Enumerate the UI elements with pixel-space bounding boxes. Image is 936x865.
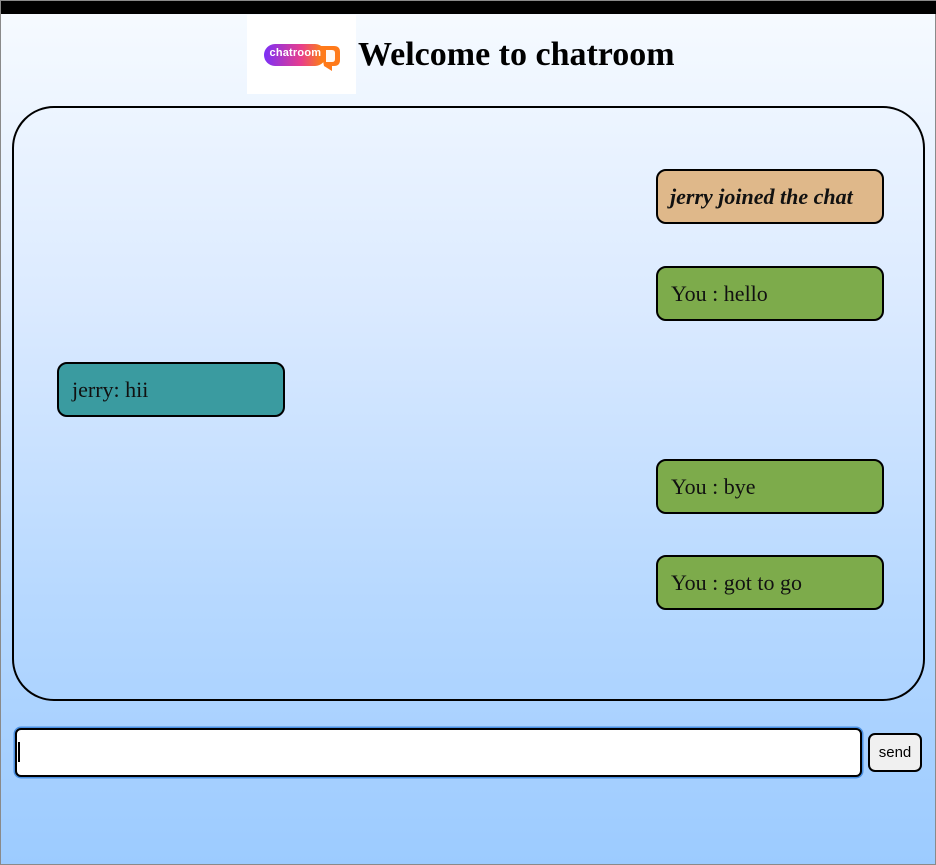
- logo-text: chatroom: [269, 46, 322, 59]
- window-top-bar: [1, 1, 936, 14]
- text-caret: [18, 742, 20, 762]
- page-header: chatroom Welcome to chatroom: [247, 15, 675, 94]
- sent-message: You : hello: [656, 266, 884, 321]
- logo-badge: chatroom: [263, 42, 340, 71]
- sent-message: You : got to go: [656, 555, 884, 610]
- message-input[interactable]: [15, 728, 862, 777]
- received-message: jerry: hii: [57, 362, 285, 417]
- message-composer: send: [15, 728, 923, 778]
- sent-message: You : bye: [656, 459, 884, 514]
- join-notice-message: jerry joined the chat: [656, 169, 884, 224]
- page-title: Welcome to chatroom: [358, 35, 675, 73]
- send-button[interactable]: send: [868, 733, 922, 772]
- chatroom-logo: chatroom: [247, 15, 356, 94]
- chat-messages-panel[interactable]: jerry joined the chat You : hello jerry:…: [12, 106, 925, 701]
